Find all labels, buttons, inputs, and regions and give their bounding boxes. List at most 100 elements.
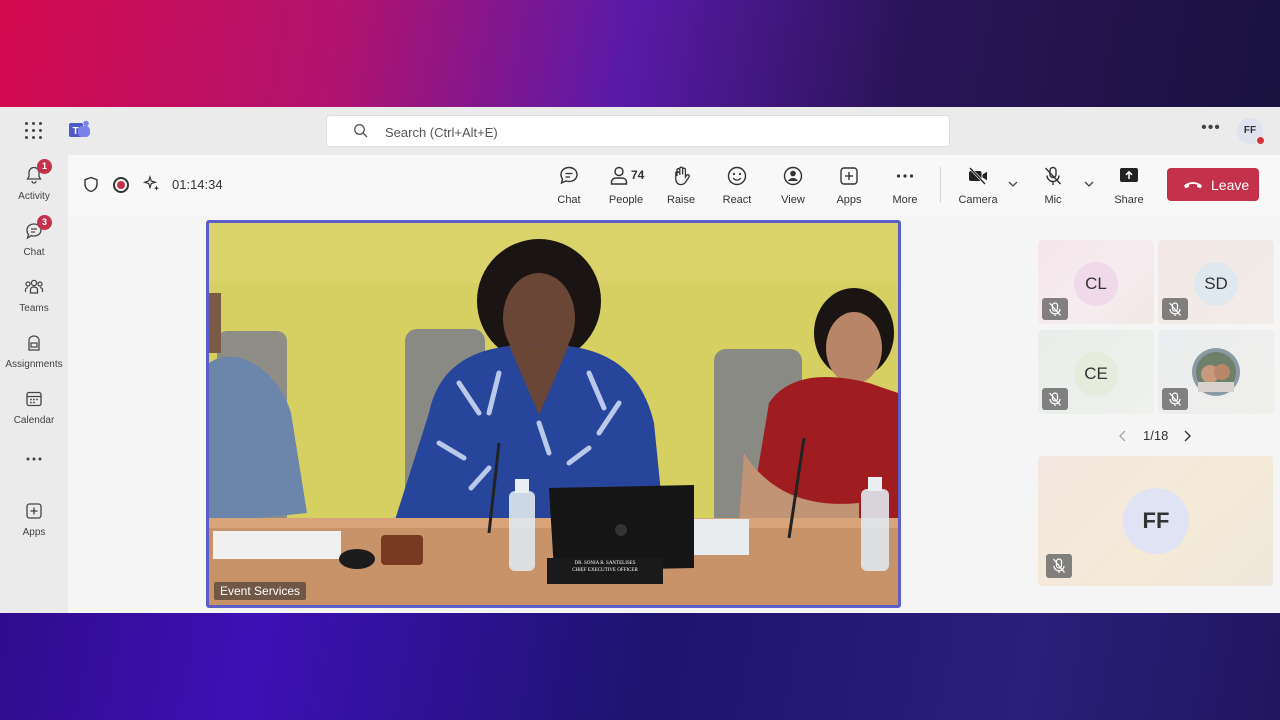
rail-item-teams[interactable]: Teams [0, 271, 68, 321]
camera-options-chevron-down-icon[interactable] [1006, 177, 1020, 191]
gallery-pager: 1/18 [1116, 427, 1196, 447]
user-initials: FF [1243, 125, 1257, 136]
activity-badge: 1 [37, 159, 52, 174]
participant-initials: CL [1074, 262, 1118, 306]
raise-hand-button[interactable]: Raise [660, 163, 702, 211]
rail-label: Teams [19, 303, 49, 314]
nameplate: DR. SONIA R. SANTELISES CHIEF EXECUTIVE … [547, 560, 663, 574]
rail-label: Calendar [13, 415, 55, 426]
camera-off-icon [969, 167, 987, 185]
more-icon [26, 457, 42, 461]
meeting-video-frame [209, 223, 898, 605]
participant-initials: CE [1074, 352, 1118, 396]
shield-icon[interactable] [83, 176, 99, 193]
next-page-chevron-icon[interactable] [1180, 429, 1194, 443]
participant-tile[interactable] [1158, 330, 1274, 414]
share-button[interactable]: Share [1108, 163, 1150, 211]
participant-tile[interactable]: CL [1038, 240, 1154, 324]
leave-label: Leave [1211, 177, 1250, 193]
chat-button[interactable]: Chat [548, 163, 590, 211]
view-icon [783, 166, 803, 186]
toolbar-divider [940, 167, 941, 203]
participant-initials: SD [1194, 262, 1238, 306]
meeting-toolbar: 01:14:34 Chat 74 People Raise React View… [68, 155, 1280, 215]
people-button[interactable]: 74 People [601, 163, 651, 211]
apps-button[interactable]: Apps [828, 163, 870, 211]
meeting-timer: 01:14:34 [172, 177, 223, 192]
rail-item-apps[interactable]: Apps [0, 495, 68, 545]
hang-up-icon [1184, 182, 1202, 189]
svg-text:T: T [73, 126, 79, 137]
mic-label: Mic [1044, 194, 1062, 206]
search-box[interactable] [326, 115, 950, 147]
leave-button[interactable]: Leave [1167, 168, 1259, 201]
user-avatar[interactable]: FF [1237, 118, 1265, 145]
chat-badge: 3 [37, 215, 52, 230]
sparkle-icon[interactable] [143, 175, 161, 193]
search-input[interactable] [385, 122, 885, 142]
nameplate-name: DR. SONIA R. SANTELISES [574, 561, 636, 566]
participant-tile[interactable]: SD [1158, 240, 1274, 324]
rail-item-activity[interactable]: 1 Activity [0, 159, 68, 209]
rail-label: Chat [23, 247, 45, 258]
calendar-icon [26, 391, 42, 407]
muted-mic-icon [1046, 554, 1072, 578]
mic-button[interactable]: Mic [1032, 163, 1074, 211]
people-label: People [608, 194, 644, 206]
presence-status-icon [1256, 136, 1265, 145]
share-label: Share [1114, 194, 1144, 206]
previous-page-chevron-icon[interactable] [1116, 429, 1130, 443]
muted-mic-icon [1162, 298, 1188, 320]
muted-mic-icon [1042, 388, 1068, 410]
participant-name-label: Event Services [214, 582, 307, 600]
participant-photo-avatar [1192, 348, 1240, 396]
apps-label: Apps [836, 194, 862, 206]
self-view-tile[interactable]: FF [1038, 456, 1273, 586]
rail-label: Apps [22, 527, 46, 538]
camera-button[interactable]: Camera [952, 163, 1004, 211]
app-launcher-icon[interactable] [25, 122, 43, 140]
rail-label: Activity [18, 191, 50, 202]
main-video-stage[interactable]: DR. SONIA R. SANTELISES CHIEF EXECUTIVE … [206, 220, 901, 608]
participant-tile[interactable]: CE [1038, 330, 1154, 414]
search-icon [354, 124, 368, 138]
self-initials: FF [1123, 488, 1189, 554]
recording-icon[interactable] [113, 177, 129, 193]
more-label: More [892, 194, 918, 206]
react-label: React [722, 194, 752, 206]
more-button[interactable]: More [884, 163, 926, 211]
chat-icon [560, 166, 578, 185]
smiley-icon [727, 166, 747, 186]
hand-icon [675, 166, 690, 186]
muted-mic-icon [1162, 388, 1188, 410]
title-bar: T ••• FF [0, 107, 1280, 155]
desktop-background [0, 612, 1280, 720]
raise-label: Raise [666, 194, 696, 206]
rail-item-assignments[interactable]: Assignments [0, 327, 68, 377]
teams-window: T ••• FF 1 Activity [0, 107, 1280, 613]
add-app-icon [26, 503, 42, 519]
view-label: View [781, 194, 805, 206]
rail-item-calendar[interactable]: Calendar [0, 383, 68, 433]
people-count: 74 [631, 168, 645, 182]
teams-logo-icon: T [69, 120, 90, 137]
nameplate-title: CHIEF EXECUTIVE OFFICER [572, 568, 638, 573]
react-button[interactable]: React [716, 163, 758, 211]
muted-mic-icon [1042, 298, 1068, 320]
rail-label: Assignments [5, 359, 63, 370]
chat-label: Chat [557, 194, 581, 206]
share-screen-icon [1120, 168, 1138, 182]
camera-label: Camera [958, 194, 998, 206]
rail-item-more[interactable] [0, 447, 68, 477]
settings-more-icon[interactable]: ••• [1200, 119, 1222, 139]
view-button[interactable]: View [772, 163, 814, 211]
mic-options-chevron-down-icon[interactable] [1082, 177, 1096, 191]
app-bar: 1 Activity 3 Chat Teams Assignments Cale… [0, 155, 68, 613]
people-icon [610, 166, 628, 185]
mic-off-icon [1044, 166, 1062, 185]
rail-item-chat[interactable]: 3 Chat [0, 215, 68, 265]
more-icon [896, 174, 914, 178]
page-indicator: 1/18 [1143, 428, 1169, 443]
backpack-icon [28, 335, 40, 351]
add-app-icon [840, 167, 858, 185]
